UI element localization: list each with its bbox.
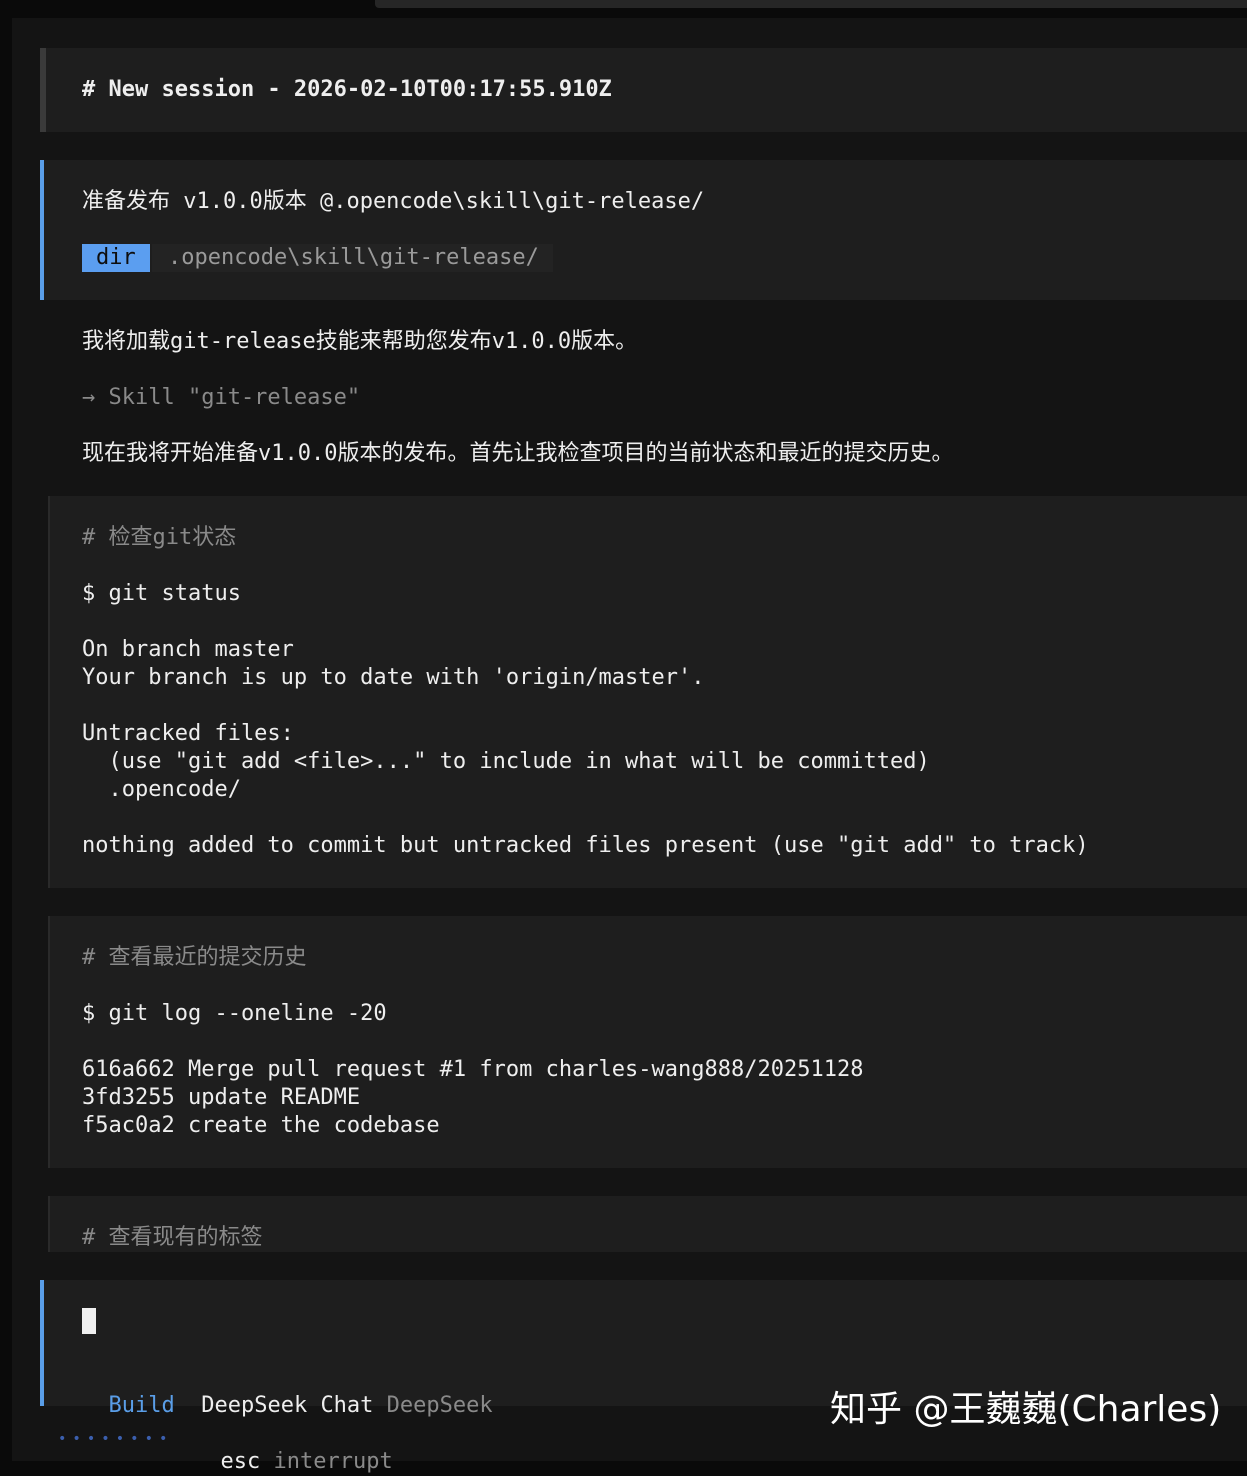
assistant-intro: 我将加载git-release技能来帮助您发布v1.0.0版本。 xyxy=(82,329,638,354)
interrupt-label: interrupt xyxy=(273,1449,393,1474)
output-line: On branch master xyxy=(82,637,294,662)
text-cursor xyxy=(82,1308,96,1334)
progress-indicator: •••••••• xyxy=(58,1431,174,1447)
mode-selector[interactable]: Build xyxy=(109,1393,175,1418)
skill-call[interactable]: → Skill "git-release" xyxy=(82,384,360,412)
user-message-text: 准备发布 v1.0.0版本 @.opencode\skill\git-relea… xyxy=(82,189,705,214)
dir-badge: dir xyxy=(82,244,150,272)
tool-block-git-status xyxy=(40,496,1247,888)
tool-comment: # 查看现有的标签 xyxy=(82,1225,263,1250)
model-name[interactable]: DeepSeek Chat xyxy=(201,1393,373,1418)
session-title: # New session - 2026-02-10T00:17:55.910Z xyxy=(82,77,612,102)
output-line: (use "git add <file>..." to include in w… xyxy=(82,749,930,774)
footer-hint: esc interrupt xyxy=(194,1420,393,1476)
esc-key[interactable]: esc xyxy=(221,1449,261,1474)
output-line: 616a662 Merge pull request #1 from charl… xyxy=(82,1057,864,1082)
tool-command: $ git log --oneline -20 xyxy=(82,1001,387,1026)
attached-dir-path[interactable]: .opencode\skill\git-release/ xyxy=(152,244,553,272)
output-line: Untracked files: xyxy=(82,721,294,746)
output-line: .opencode/ xyxy=(82,777,241,802)
watermark: 知乎 @王巍巍(Charles) xyxy=(830,1389,1222,1430)
assistant-next: 现在我将开始准备v1.0.0版本的发布。首先让我检查项目的当前状态和最近的提交历… xyxy=(82,441,954,466)
tool-comment: # 查看最近的提交历史 xyxy=(82,945,307,970)
output-line: Your branch is up to date with 'origin/m… xyxy=(82,665,705,690)
output-line: nothing added to commit but untracked fi… xyxy=(82,833,1089,858)
user-message xyxy=(40,160,1247,300)
output-line: f5ac0a2 create the codebase xyxy=(82,1113,440,1138)
output-line: 3fd3255 update README xyxy=(82,1085,361,1110)
tool-command: $ git status xyxy=(82,581,241,606)
window-tab[interactable] xyxy=(375,0,1247,8)
window-top-bar xyxy=(0,0,1247,10)
tool-comment: # 检查git状态 xyxy=(82,525,237,550)
input-status-row: Build DeepSeek Chat DeepSeek xyxy=(82,1364,493,1420)
provider-name: DeepSeek xyxy=(386,1393,493,1418)
